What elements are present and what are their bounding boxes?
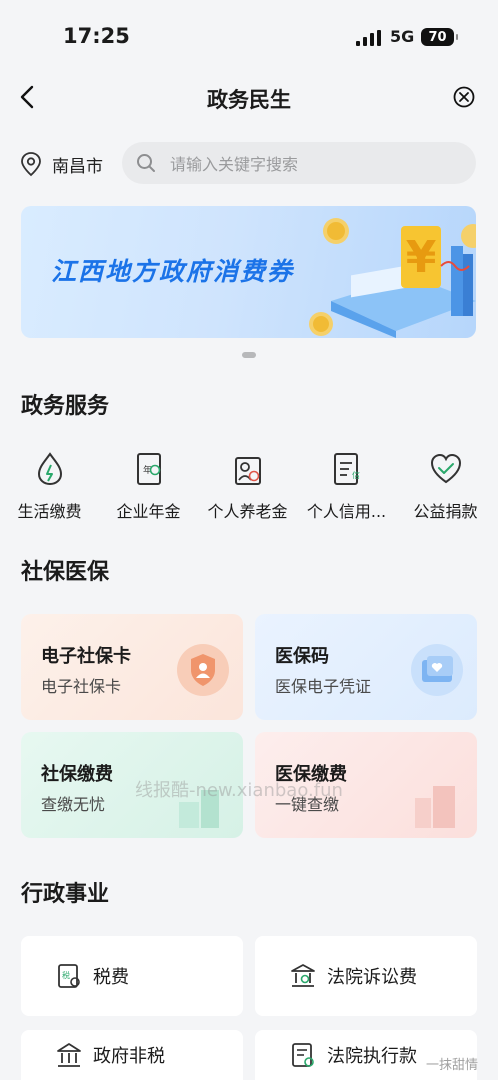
card-subtitle: 电子社保卡 [41, 677, 122, 696]
service-label: 企业年金 [116, 502, 181, 521]
gov-services-grid: 生活缴费 年 企业年金 个人养老金 信 个人信用... 公益捐款 [0, 448, 498, 528]
network-type: 5G [390, 27, 415, 46]
admin-item-label: 政府非税 [93, 1046, 165, 1067]
watermark-text: 线报酷-new.xianbao.fun [135, 780, 343, 801]
card-subtitle: 查缴无忧 [41, 795, 106, 814]
svg-text:税: 税 [62, 970, 70, 980]
admin-item-court-fee[interactable]: 法院诉讼费 [255, 936, 477, 1016]
service-label: 公益捐款 [413, 502, 478, 521]
promo-banner[interactable]: 江西地方政府消费券 ¥ [21, 206, 476, 338]
close-mini-program-icon[interactable] [451, 84, 477, 110]
tax-icon: 税 [58, 964, 80, 988]
annuity-doc-icon: 年 [136, 453, 161, 485]
signal-icon [356, 30, 381, 46]
pension-icon [234, 457, 261, 485]
service-personal-credit[interactable]: 信 个人信用... [297, 448, 396, 522]
location-city: 南昌市 [52, 156, 103, 177]
svg-text:¥: ¥ [406, 232, 437, 283]
charity-heart-icon [430, 453, 461, 484]
medical-card-icon [411, 644, 463, 696]
court-doc-icon [292, 1043, 314, 1067]
card-e-social-security[interactable]: 电子社保卡 电子社保卡 [21, 614, 243, 720]
status-bar: 17:25 5G 70 [0, 0, 498, 70]
government-icon [57, 1043, 81, 1067]
service-utility-payment[interactable]: 生活缴费 [0, 448, 99, 522]
card-title: 电子社保卡 [41, 646, 131, 667]
banner-title: 江西地方政府消费券 [51, 257, 295, 286]
admin-item-tax[interactable]: 税 税费 [21, 936, 243, 1016]
location-pin-icon [21, 152, 41, 177]
status-time: 17:25 [63, 24, 130, 48]
card-medical-code[interactable]: 医保码 医保电子凭证 [255, 614, 477, 720]
admin-item-label: 税费 [93, 967, 129, 988]
coin-illustration-icon: ¥ [309, 218, 476, 338]
page-title: 政务民生 [207, 88, 291, 112]
card-title: 社保缴费 [41, 764, 113, 785]
svg-text:信: 信 [352, 470, 360, 480]
card-subtitle: 医保电子凭证 [275, 677, 372, 696]
search-input[interactable]: 请输入关键字搜索 [122, 142, 476, 184]
building-icon [415, 786, 455, 828]
nav-bar: 政务民生 [0, 70, 498, 125]
section-title-social-medical: 社保医保 [21, 560, 110, 585]
admin-item-label: 法院执行款 [327, 1046, 417, 1067]
water-drop-icon [37, 452, 62, 486]
battery-icon: 70 [421, 28, 458, 46]
service-enterprise-annuity[interactable]: 年 企业年金 [99, 448, 198, 522]
section-title-gov-services: 政务服务 [21, 394, 110, 419]
court-icon [291, 964, 315, 987]
admin-item-gov-non-tax[interactable]: 政府非税 [21, 1030, 243, 1080]
card-title: 医保码 [275, 646, 329, 667]
service-personal-pension[interactable]: 个人养老金 [198, 448, 297, 522]
location-selector[interactable]: 南昌市 [20, 148, 103, 180]
service-charity-donation[interactable]: 公益捐款 [396, 448, 495, 522]
section-title-admin-affairs: 行政事业 [21, 882, 110, 907]
shield-person-icon [177, 644, 229, 696]
banner-page-indicator [242, 352, 256, 358]
admin-item-label: 法院诉讼费 [327, 967, 417, 988]
search-placeholder: 请输入关键字搜索 [170, 155, 299, 174]
service-label: 个人养老金 [207, 502, 288, 521]
credit-doc-icon: 信 [333, 453, 360, 485]
search-icon [137, 154, 155, 172]
service-label: 个人信用... [306, 502, 387, 521]
corner-watermark: 一抹甜情 [426, 1058, 479, 1073]
service-label: 生活缴费 [17, 502, 82, 521]
